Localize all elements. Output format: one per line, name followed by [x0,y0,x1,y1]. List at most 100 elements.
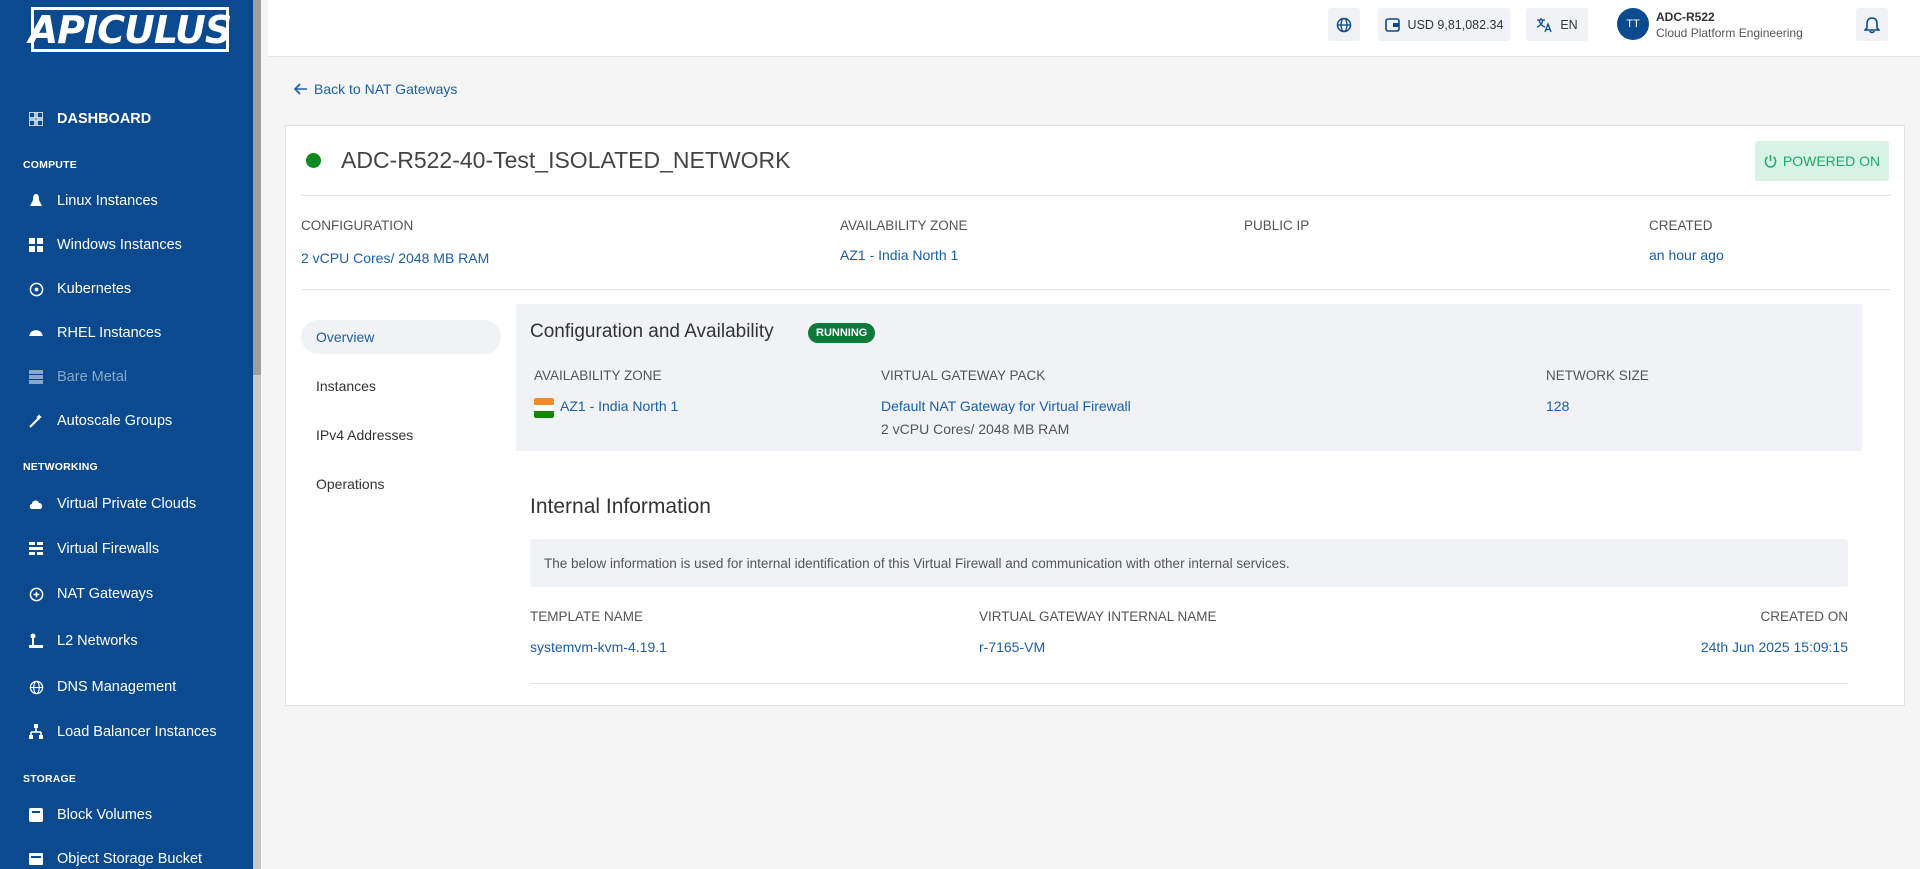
tab-operations[interactable]: Operations [301,467,501,501]
sidebar-item-label: Windows Instances [57,237,182,253]
power-status-badge: POWERED ON [1755,141,1889,181]
created-label: CREATED [1649,218,1713,233]
translate-icon [1537,17,1552,32]
created-on-label: CREATED ON [1760,609,1848,624]
volume-icon [27,806,45,824]
section-label-compute: COMPUTE [23,159,77,171]
gateway-pack-spec: 2 vCPU Cores/ 2048 MB RAM [881,421,1070,437]
language-label: EN [1560,17,1578,32]
section-label-storage: STORAGE [23,773,77,785]
configuration-panel-title: Configuration and Availability [530,321,774,342]
wallet-balance-button[interactable]: USD 9,81,082.34 [1378,8,1510,41]
sidebar-item-object-storage-bucket[interactable]: Object Storage Bucket [27,847,202,869]
internal-information-title: Internal Information [530,495,711,518]
arrow-left-icon [294,83,307,95]
sidebar-item-label: Virtual Private Clouds [57,496,197,512]
template-name-value: systemvm-kvm-4.19.1 [530,639,667,655]
public-ip-label: PUBLIC IP [1244,218,1310,233]
sidebar-item-label: Virtual Firewalls [57,541,160,557]
notifications-button[interactable] [1856,8,1888,41]
power-status-label: POWERED ON [1782,153,1881,169]
sidebar-item-bare-metal[interactable]: Bare Metal [27,365,127,389]
sidebar-item-label: RHEL Instances [57,325,162,341]
sidebar-item-label: DASHBOARD [57,111,152,127]
sidebar-item-rhel-instances[interactable]: RHEL Instances [27,321,161,345]
user-name[interactable]: ADC-R522 [1656,10,1715,24]
firewall-icon [27,540,45,558]
sidebar: APICULUS DASHBOARD COMPUTE Linux Instanc… [0,0,261,869]
panel-zone-value[interactable]: AZ1 - India North 1 [560,398,678,414]
sidebar-scrollbar[interactable] [253,0,261,869]
back-link-label: Back to NAT Gateways [314,81,458,97]
user-org[interactable]: Cloud Platform Engineering [1656,26,1803,40]
gateway-pack-value[interactable]: Default NAT Gateway for Virtual Firewall [881,398,1131,414]
tab-ipv4-addresses[interactable]: IPv4 Addresses [301,418,501,452]
wallet-icon [1384,17,1400,32]
section-label-networking: NETWORKING [23,461,98,473]
sidebar-item-nat-gateways[interactable]: NAT Gateways [27,582,153,606]
network-size-label: NETWORK SIZE [1546,368,1649,383]
sidebar-item-vpc[interactable]: Virtual Private Clouds [27,492,196,516]
sidebar-item-load-balancer-instances[interactable]: Load Balancer Instances [27,720,217,744]
autoscale-icon [27,412,45,430]
logo-text: APICULUS [28,7,233,52]
india-flag-icon [534,398,554,418]
sidebar-item-autoscale-groups[interactable]: Autoscale Groups [27,409,172,433]
sidebar-item-label: Block Volumes [57,807,153,823]
user-avatar[interactable]: TT [1617,8,1649,40]
sidebar-item-label: Load Balancer Instances [57,724,217,740]
sidebar-item-linux-instances[interactable]: Linux Instances [27,189,158,213]
sidebar-item-virtual-firewalls[interactable]: Virtual Firewalls [27,537,159,561]
server-icon [27,368,45,386]
sidebar-item-dashboard[interactable]: DASHBOARD [27,107,151,131]
globe-icon [1336,17,1352,32]
sidebar-item-kubernetes[interactable]: Kubernetes [27,277,131,301]
back-to-nat-gateways-link[interactable]: Back to NAT Gateways [294,81,457,97]
sidebar-item-label: Autoscale Groups [57,413,173,429]
internal-information-description: The below information is used for intern… [530,539,1848,587]
wallet-balance: USD 9,81,082.34 [1407,17,1504,32]
sidebar-item-label: L2 Networks [57,633,138,649]
globe-icon [27,678,45,696]
status-indicator [306,153,321,168]
internal-info-text: The below information is used for intern… [544,555,1290,571]
gateway-icon [27,585,45,603]
sidebar-item-label: Linux Instances [57,193,158,209]
running-status-badge: RUNNING [808,323,876,343]
apiculus-logo[interactable]: APICULUS [28,7,233,52]
tab-overview[interactable]: Overview [301,320,501,354]
divider [301,289,1891,290]
network-icon [27,632,45,650]
availability-zone-value: AZ1 - India North 1 [840,247,959,263]
globe-button[interactable] [1328,8,1360,41]
sidebar-item-label: Bare Metal [57,369,128,385]
sidebar-item-label: Object Storage Bucket [57,851,203,867]
configuration-label: CONFIGURATION [301,218,414,233]
sidebar-item-label: NAT Gateways [57,586,154,602]
internal-name-value: r-7165-VM [979,639,1046,655]
language-button[interactable]: EN [1526,8,1588,41]
tab-instances[interactable]: Instances [301,369,501,403]
dashboard-icon [27,110,45,128]
sidebar-item-dns-management[interactable]: DNS Management [27,675,176,699]
gateway-pack-label: VIRTUAL GATEWAY PACK [881,368,1046,383]
internal-name-label: VIRTUAL GATEWAY INTERNAL NAME [979,609,1217,624]
rhel-icon [27,324,45,342]
configuration-value: 2 vCPU Cores/ 2048 MB RAM [301,250,490,266]
power-icon [1764,155,1777,168]
sidebar-scrollbar-thumb[interactable] [253,0,261,375]
cloud-icon [27,495,45,513]
panel-zone-label: AVAILABILITY ZONE [534,368,662,383]
divider [301,195,1891,196]
linux-icon [27,192,45,210]
template-name-label: TEMPLATE NAME [530,609,644,624]
sidebar-item-windows-instances[interactable]: Windows Instances [27,233,182,257]
load-balancer-icon [27,723,45,741]
bell-icon [1864,16,1880,33]
created-on-value: 24th Jun 2025 15:09:15 [1700,639,1848,655]
sidebar-item-l2-networks[interactable]: L2 Networks [27,629,138,653]
sidebar-item-block-volumes[interactable]: Block Volumes [27,803,152,827]
page-title: ADC-R522-40-Test_ISOLATED_NETWORK [341,147,791,173]
created-value: an hour ago [1649,247,1724,263]
sidebar-item-label: Kubernetes [57,281,132,297]
